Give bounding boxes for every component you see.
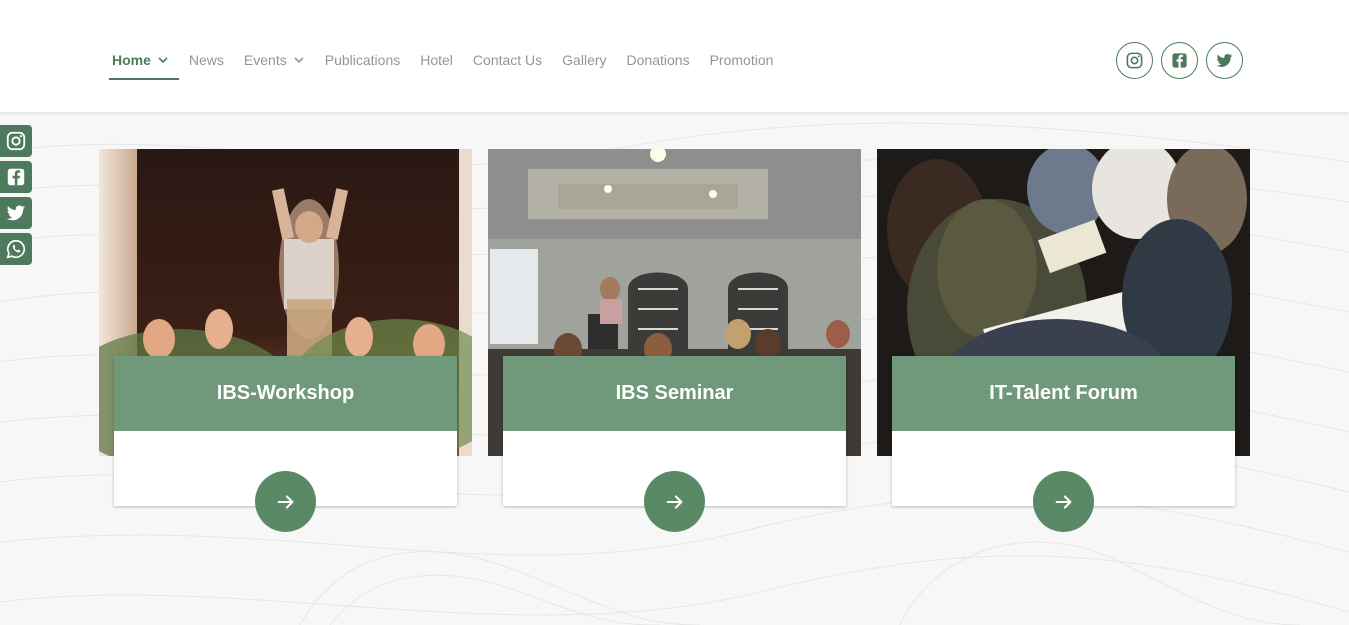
side-instagram-button[interactable] xyxy=(0,125,32,157)
card-title: IBS Seminar xyxy=(503,356,846,431)
side-whatsapp-button[interactable] xyxy=(0,233,32,265)
nav-label-contact-us: Contact Us xyxy=(472,52,543,68)
nav-label-events: Events xyxy=(243,52,287,68)
side-twitter-button[interactable] xyxy=(0,197,32,229)
header-social-links xyxy=(1116,42,1243,79)
card-title: IBS-Workshop xyxy=(114,356,457,431)
nav-item-gallery[interactable]: Gallery xyxy=(552,40,616,80)
side-facebook-button[interactable] xyxy=(0,161,32,193)
side-social-bar xyxy=(0,125,32,265)
facebook-icon xyxy=(1172,53,1187,68)
arrow-right-icon xyxy=(1055,494,1071,509)
main-nav: Home News Events Publications Hotel Cont… xyxy=(102,40,783,80)
nav-item-news[interactable]: News xyxy=(179,40,234,80)
chevron-down-icon xyxy=(294,57,304,64)
chevron-down-icon xyxy=(158,57,168,64)
event-card-forum: IT-Talent Forum xyxy=(877,149,1250,539)
twitter-icon xyxy=(6,205,26,221)
card-arrow-button[interactable] xyxy=(644,471,705,532)
header-twitter-button[interactable] xyxy=(1206,42,1243,79)
header-facebook-button[interactable] xyxy=(1161,42,1198,79)
header-instagram-button[interactable] xyxy=(1116,42,1153,79)
card-arrow-button[interactable] xyxy=(1033,471,1094,532)
nav-label-news: News xyxy=(188,52,224,68)
whatsapp-icon xyxy=(6,239,26,259)
nav-label-donations: Donations xyxy=(626,52,690,68)
nav-label-hotel: Hotel xyxy=(420,52,453,68)
twitter-icon xyxy=(1216,54,1233,67)
nav-label-promotion: Promotion xyxy=(709,52,774,68)
event-card-workshop: IBS-Workshop xyxy=(99,149,472,539)
nav-item-contact-us[interactable]: Contact Us xyxy=(463,40,552,80)
nav-item-publications[interactable]: Publications xyxy=(315,40,411,80)
card-arrow-button[interactable] xyxy=(255,471,316,532)
instagram-icon xyxy=(6,131,26,151)
arrow-right-icon xyxy=(277,494,293,509)
nav-label-gallery: Gallery xyxy=(562,52,607,68)
event-card-seminar: IBS Seminar xyxy=(488,149,861,539)
nav-item-hotel[interactable]: Hotel xyxy=(410,40,463,80)
instagram-icon xyxy=(1126,52,1143,69)
nav-label-home: Home xyxy=(112,52,151,68)
facebook-icon xyxy=(7,168,25,186)
nav-item-promotion[interactable]: Promotion xyxy=(700,40,784,80)
nav-item-donations[interactable]: Donations xyxy=(617,40,700,80)
card-title: IT-Talent Forum xyxy=(892,356,1235,431)
site-header: Home News Events Publications Hotel Cont… xyxy=(0,0,1349,112)
nav-label-publications: Publications xyxy=(324,52,401,68)
arrow-right-icon xyxy=(666,494,682,509)
nav-item-home[interactable]: Home xyxy=(102,40,179,80)
nav-item-events[interactable]: Events xyxy=(234,40,315,80)
